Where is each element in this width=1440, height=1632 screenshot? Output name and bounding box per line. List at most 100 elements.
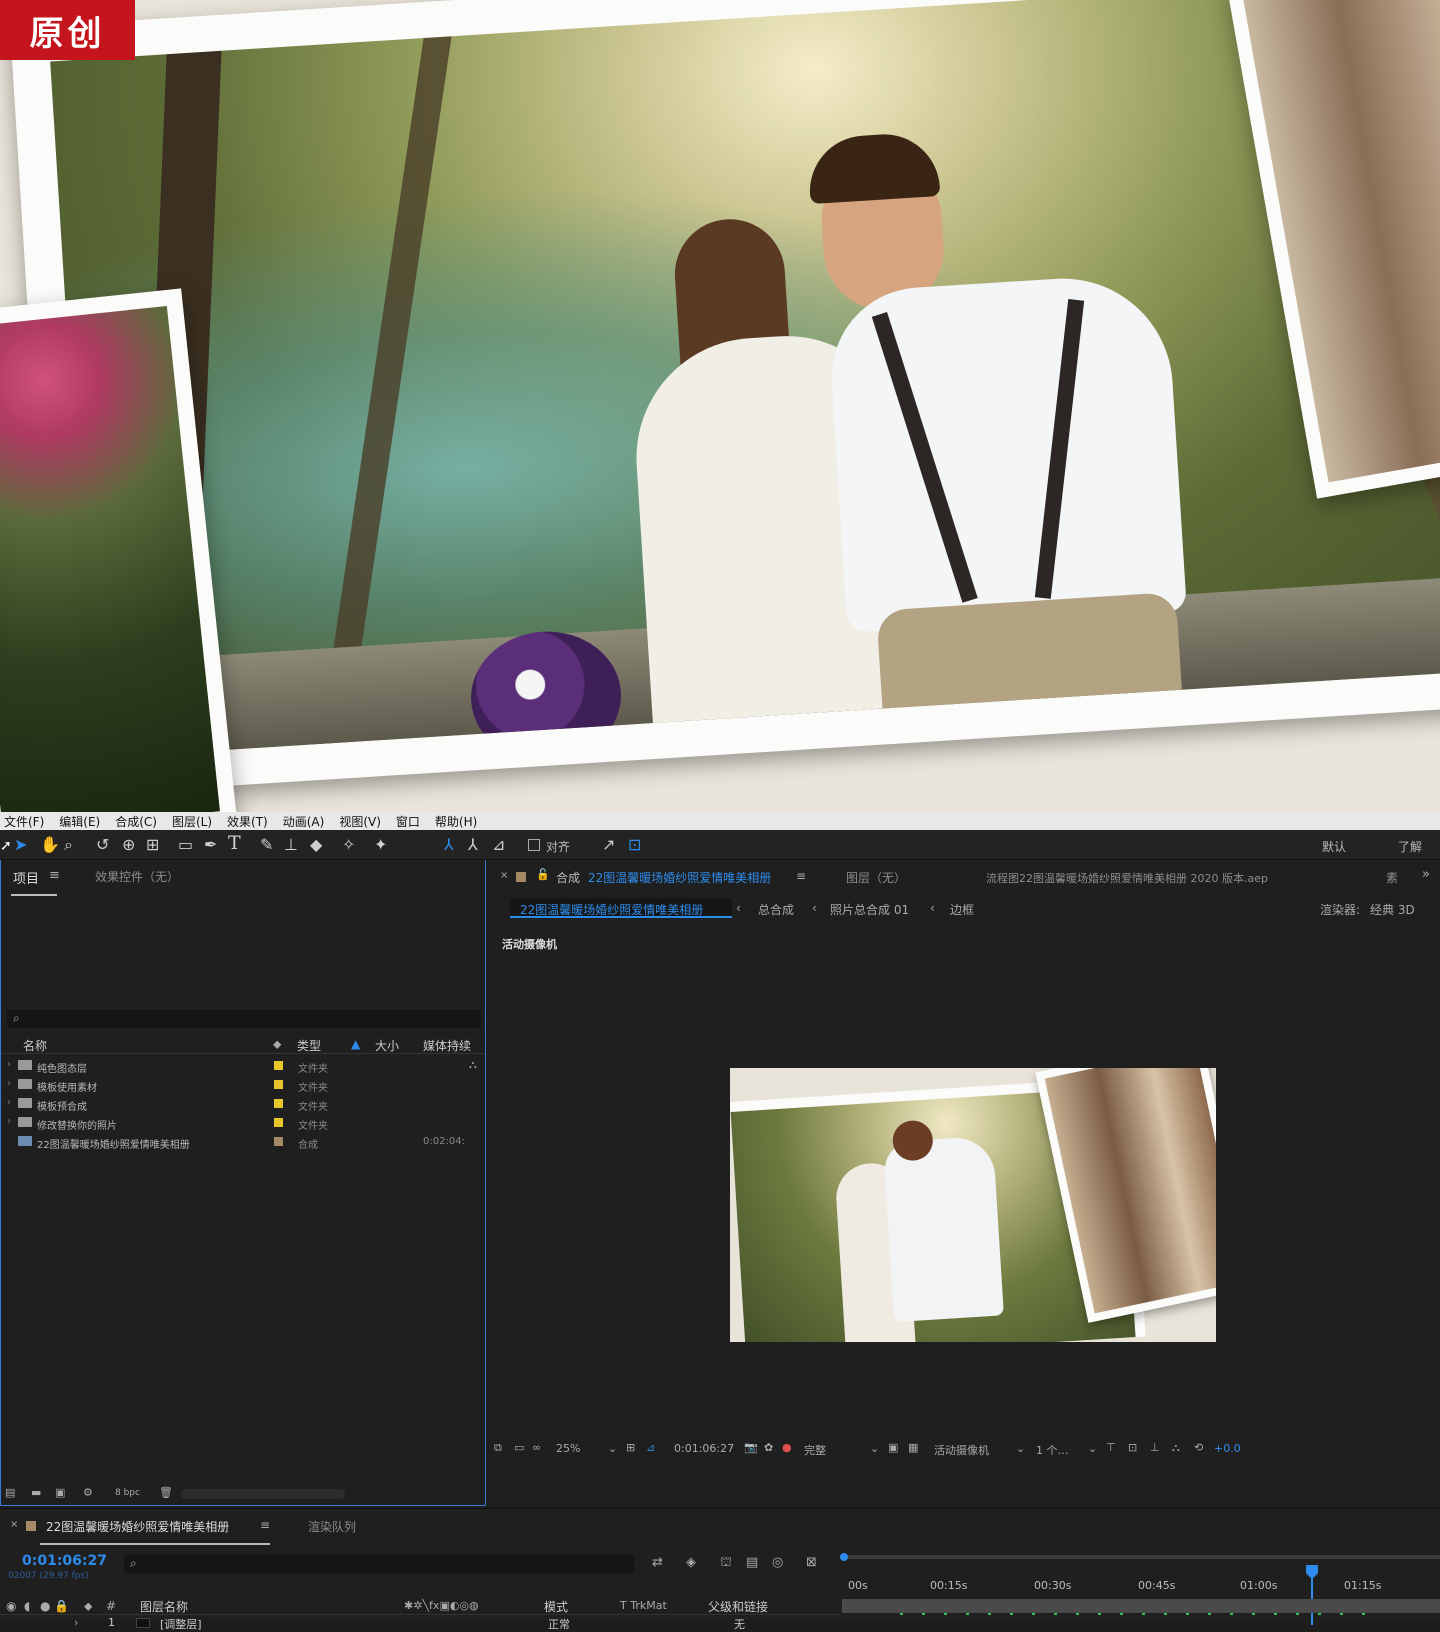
col-parent[interactable]: 父级和链接 — [708, 1598, 768, 1615]
show-snapshot-icon[interactable]: ✿ — [764, 1441, 773, 1454]
flowchart-view-icon[interactable]: ⊥ — [1150, 1441, 1160, 1454]
current-time[interactable]: 0:01:06:27 — [674, 1442, 734, 1455]
type-tool-icon[interactable]: T — [228, 834, 241, 853]
col-mode[interactable]: 模式 — [544, 1598, 568, 1615]
more-tab[interactable]: 素 — [1386, 869, 1398, 886]
breadcrumb-item[interactable]: 总合成 — [758, 901, 794, 918]
camera-orbit-icon[interactable]: ⊕ — [122, 837, 135, 853]
lock-column-icon[interactable]: 🔒 — [54, 1599, 69, 1613]
breadcrumb-item[interactable]: 边框 — [950, 901, 974, 918]
draft-3d-toggle-icon[interactable]: ◈ — [686, 1555, 696, 1570]
menu-window[interactable]: 窗口 — [396, 813, 420, 830]
tab-render-queue[interactable]: 渲染队列 — [308, 1518, 356, 1535]
exposure-value[interactable]: +0.0 — [1214, 1442, 1241, 1455]
expand-arrow-icon[interactable]: › — [74, 1616, 78, 1629]
trash-icon[interactable]: 🗑 — [159, 1486, 173, 1499]
panel-overflow-icon[interactable]: » — [1422, 867, 1430, 882]
workspace-learn[interactable]: 了解 — [1398, 838, 1422, 855]
menu-help[interactable]: 帮助(H) — [435, 813, 477, 830]
roi-icon[interactable]: ▣ — [888, 1441, 898, 1454]
rectangle-tool-icon[interactable]: ▭ — [178, 837, 193, 853]
solo-icon[interactable]: ● — [40, 1599, 50, 1613]
frame-blending-icon[interactable]: ▤ — [746, 1555, 758, 1570]
motion-blur-icon[interactable]: ◎ — [772, 1555, 783, 1570]
menu-view[interactable]: 视图(V) — [339, 813, 381, 830]
vr-icon[interactable]: ∞ — [532, 1441, 541, 1454]
selection-tool-icon[interactable]: ➤ — [14, 837, 27, 853]
work-area-start-icon[interactable] — [840, 1553, 848, 1561]
view-layout-select[interactable]: 1 个… — [1036, 1442, 1069, 1458]
visibility-icon[interactable]: ◉ — [6, 1599, 16, 1613]
resolution-select[interactable]: 完整 — [804, 1442, 826, 1458]
transparency-grid-icon[interactable]: ▦ — [908, 1441, 918, 1454]
color-channel-icon[interactable]: ● — [782, 1441, 792, 1454]
menu-edit[interactable]: 编辑(E) — [59, 813, 100, 830]
snap-grid-icon[interactable]: ⊡ — [628, 837, 641, 853]
bit-depth[interactable]: 8 bpc — [115, 1488, 140, 1498]
col-trkmat[interactable]: T TrkMat — [620, 1599, 667, 1612]
workspace-default[interactable]: 默认 — [1322, 838, 1346, 855]
reset-exposure-icon[interactable]: ⟲ — [1194, 1441, 1203, 1454]
project-menu-icon[interactable]: ≡ — [49, 868, 60, 883]
renderer-select[interactable]: 经典 3D — [1370, 901, 1415, 918]
local-axis-icon[interactable]: ⅄ — [444, 837, 454, 853]
zoom-tool-icon[interactable]: ⌕ — [64, 837, 73, 853]
col-layer-name[interactable]: 图层名称 — [140, 1598, 188, 1615]
tab-effect-controls[interactable]: 效果控件（无） — [95, 868, 179, 885]
toggle-pixel-icon[interactable]: ⊤ — [1106, 1441, 1116, 1454]
timeline-menu-icon[interactable]: ≡ — [260, 1518, 270, 1532]
menu-effect[interactable]: 效果(T) — [227, 813, 268, 830]
col-size[interactable]: 大小 — [375, 1037, 399, 1054]
col-duration[interactable]: 媒体持续 — [423, 1037, 471, 1054]
menu-file[interactable]: 文件(F) — [4, 813, 44, 830]
expand-arrow-icon[interactable]: › — [7, 1078, 11, 1089]
project-item[interactable]: › 纯色图态层 文件夹 — [1, 1056, 485, 1075]
camera-select[interactable]: 活动摄像机 — [934, 1442, 989, 1458]
comp-flow-icon[interactable]: ⇄ — [652, 1555, 663, 1570]
project-item[interactable]: › 模板使用素材 文件夹 — [1, 1075, 485, 1094]
project-item[interactable]: › 模板预合成 文件夹 — [1, 1094, 485, 1113]
expand-arrow-icon[interactable]: › — [7, 1059, 11, 1070]
new-folder-icon[interactable]: ▬ — [31, 1486, 41, 1499]
project-scrollbar[interactable] — [181, 1489, 345, 1499]
snap-option-icon[interactable]: ↗ — [602, 837, 615, 853]
puppet-pin-icon[interactable]: ✦ — [374, 837, 387, 853]
new-comp-icon[interactable]: ▣ — [55, 1486, 65, 1499]
timeline-search-input[interactable]: ⌕ — [124, 1555, 634, 1573]
layer-name[interactable]: [调整层] — [160, 1616, 202, 1632]
breadcrumb-item[interactable]: 照片总合成 01 — [830, 901, 909, 918]
shy-layers-icon[interactable]: ⛫ — [720, 1555, 732, 1572]
snap-checkbox-icon[interactable] — [528, 839, 540, 851]
label-column-icon[interactable]: ⬥ — [84, 1599, 92, 1614]
layer-mode[interactable]: 正常 — [548, 1616, 570, 1632]
close-icon[interactable]: × — [10, 1519, 18, 1530]
expand-arrow-icon[interactable]: › — [7, 1116, 11, 1127]
fit-icon[interactable]: ⊞ — [626, 1441, 635, 1454]
project-item[interactable]: 22图温馨暖场婚纱照爱情唯美相册 合成 0:02:04: — [1, 1132, 485, 1151]
layer-row[interactable]: › 1 [调整层] 正常 无 — [0, 1616, 840, 1632]
mask-icon[interactable]: ⊿ — [646, 1441, 655, 1454]
breadcrumb-active[interactable]: 22图温馨暖场婚纱照爱情唯美相册 — [510, 898, 732, 918]
expand-arrow-icon[interactable]: › — [7, 1097, 11, 1108]
eraser-tool-icon[interactable]: ◆ — [310, 837, 322, 853]
audio-icon[interactable]: ◖ — [24, 1599, 30, 1613]
interpret-footage-icon[interactable]: ▤ — [5, 1486, 15, 1499]
draft-3d-icon[interactable]: ⊡ — [1128, 1441, 1137, 1454]
comp-menu-icon[interactable]: ≡ — [796, 869, 806, 883]
brush-tool-icon[interactable]: ✎ — [260, 837, 273, 853]
roto-brush-icon[interactable]: ✧ — [342, 837, 355, 853]
composition-canvas[interactable] — [730, 1068, 1216, 1342]
project-item[interactable]: › 修改替换你的照片 文件夹 — [1, 1113, 485, 1132]
timecode[interactable]: 0:01:06:27 — [22, 1553, 107, 1569]
layer-parent[interactable]: 无 — [734, 1616, 745, 1632]
project-search-input[interactable]: ⌕ — [7, 1010, 481, 1028]
zoom-select[interactable]: 25% — [556, 1442, 580, 1455]
tab-timeline[interactable]: 22图温馨暖场婚纱照爱情唯美相册 — [46, 1518, 229, 1535]
hand-tool-icon[interactable]: ✋ — [40, 837, 60, 853]
tab-project[interactable]: 项目 — [13, 868, 39, 887]
close-icon[interactable]: × — [500, 870, 508, 881]
menu-composition[interactable]: 合成(C) — [115, 813, 157, 830]
lock-icon[interactable]: 🔓 — [536, 868, 550, 881]
tab-layer[interactable]: 图层（无） — [846, 869, 906, 886]
always-preview-icon[interactable]: ⧉ — [494, 1441, 502, 1455]
